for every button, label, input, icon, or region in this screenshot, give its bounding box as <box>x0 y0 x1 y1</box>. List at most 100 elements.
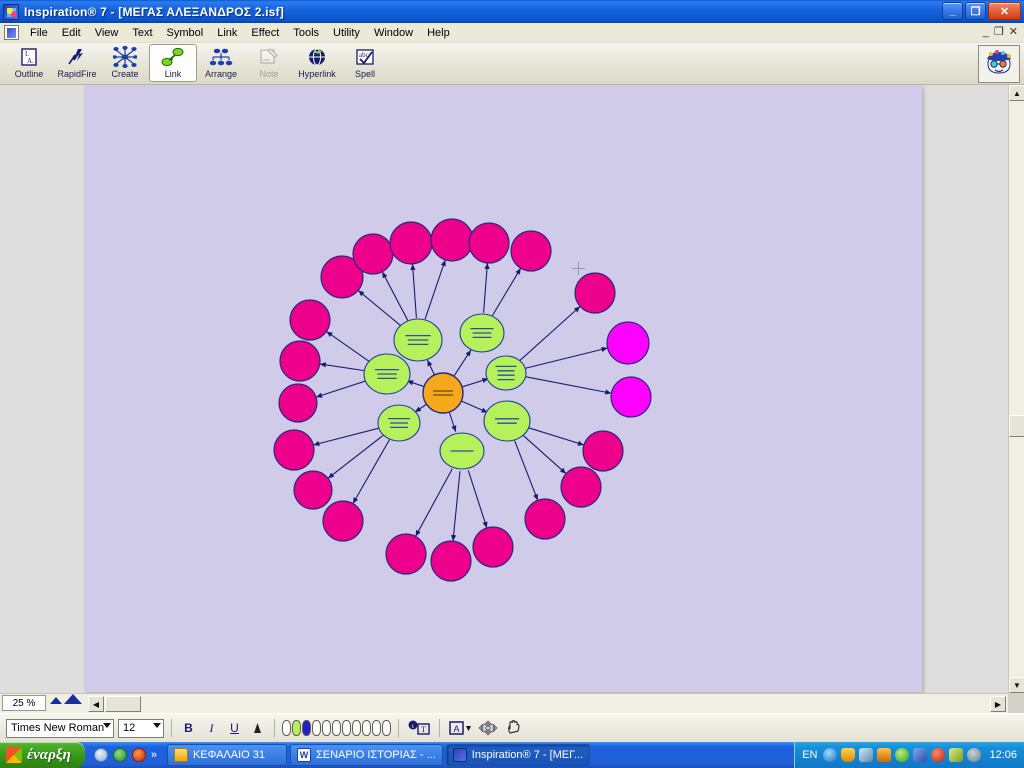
mdi-close-button[interactable]: ✕ <box>1009 24 1018 40</box>
security-icon[interactable] <box>931 748 946 762</box>
mdi-minimize-button[interactable]: _ <box>983 24 989 40</box>
leaf-node[interactable] <box>273 429 315 471</box>
link-line[interactable] <box>527 426 585 446</box>
fill-swatch[interactable] <box>362 720 371 736</box>
vertical-scroll-thumb[interactable] <box>1009 415 1024 437</box>
italic-button[interactable]: I <box>202 719 221 738</box>
toolbar-note-button[interactable]: Note <box>245 44 293 82</box>
sync-icon[interactable] <box>949 748 964 762</box>
vertical-scrollbar[interactable]: ▲ ▼ <box>1008 85 1024 693</box>
toolbar-create-button[interactable]: Create <box>101 44 149 82</box>
align-center-icon[interactable] <box>477 719 499 738</box>
leaf-node[interactable] <box>472 526 514 568</box>
inspiration-mascot-button[interactable] <box>978 45 1020 83</box>
scroll-left-button[interactable]: ◀ <box>88 696 104 712</box>
leaf-node[interactable] <box>574 272 616 314</box>
font-style-icon[interactable]: A <box>447 719 473 738</box>
menu-utility[interactable]: Utility <box>326 25 367 41</box>
leaf-node[interactable] <box>524 498 566 540</box>
menu-link[interactable]: Link <box>210 25 244 41</box>
fill-swatch[interactable] <box>292 720 301 736</box>
menu-view[interactable]: View <box>88 25 126 41</box>
fill-color-palette[interactable] <box>282 720 391 736</box>
link-line[interactable] <box>315 380 368 398</box>
link-line[interactable] <box>522 434 567 475</box>
link-line[interactable] <box>424 259 446 320</box>
show-desktop-icon[interactable] <box>823 748 838 762</box>
toolbar-hyperlink-button[interactable]: Hyperlink <box>293 44 341 82</box>
leaf-node[interactable] <box>582 430 624 472</box>
leaf-node[interactable] <box>606 321 650 365</box>
fill-swatch[interactable] <box>352 720 361 736</box>
toolbar-arrange-button[interactable]: Arrange <box>197 44 245 82</box>
link-line[interactable] <box>319 363 367 372</box>
leaf-node[interactable] <box>468 222 510 264</box>
leaf-node[interactable] <box>289 299 331 341</box>
start-button[interactable]: έναρξη <box>0 742 85 768</box>
leaf-node[interactable] <box>430 540 472 582</box>
font-size-select[interactable]: 12 <box>118 718 164 738</box>
concept-map-canvas[interactable]: ΠΑΙΔΙΚΑ ΧΡΟΝΙΑ - ΕΚΠΑΙΔΕΥΣΗΗ ΑΝΟΔΟΣ ΣΤΟΝ… <box>84 85 922 692</box>
leaf-node[interactable] <box>430 218 474 262</box>
link-line[interactable] <box>452 471 461 542</box>
menu-text[interactable]: Text <box>125 25 159 41</box>
antivirus-ok-icon[interactable] <box>895 748 910 762</box>
fill-swatch[interactable] <box>312 720 321 736</box>
link-line[interactable] <box>327 434 385 479</box>
scroll-down-button[interactable]: ▼ <box>1009 677 1024 693</box>
center-node[interactable]: ΜΕΓΑΣ ΑΛΕΞΑΝΔΡΟΣ <box>422 372 464 414</box>
link-line[interactable] <box>352 439 390 504</box>
minimize-button[interactable]: _ <box>942 2 963 20</box>
menu-help[interactable]: Help <box>420 25 457 41</box>
branch-node[interactable]: ΜΑΧΕΣ <box>485 355 527 391</box>
document-page[interactable]: ΠΑΙΔΙΚΑ ΧΡΟΝΙΑ - ΕΚΠΑΙΔΕΥΣΗΗ ΑΝΟΔΟΣ ΣΤΟΝ… <box>84 85 922 692</box>
leaf-node[interactable] <box>293 470 333 510</box>
link-line[interactable] <box>415 468 453 537</box>
leaf-node[interactable] <box>322 500 364 542</box>
leaf-node[interactable] <box>352 233 394 275</box>
menu-window[interactable]: Window <box>367 25 420 41</box>
network-conn-icon[interactable] <box>913 748 928 762</box>
text-position-icon[interactable]: t T <box>406 719 432 738</box>
updates-icon[interactable] <box>877 748 892 762</box>
menu-file[interactable]: File <box>23 25 55 41</box>
link-line[interactable] <box>523 375 612 394</box>
leaf-node[interactable] <box>510 230 552 272</box>
task-button-folder[interactable]: ΚΕΦΑΛΑΙΟ 31 <box>166 744 287 766</box>
toolbar-link-button[interactable]: Link <box>149 44 197 82</box>
link-line[interactable] <box>326 331 370 363</box>
zoom-in-mountain-icon[interactable] <box>64 694 82 704</box>
network-icon[interactable] <box>859 748 874 762</box>
link-line[interactable] <box>313 427 381 446</box>
language-indicator[interactable]: EN <box>802 749 817 761</box>
link-line[interactable] <box>411 263 417 319</box>
maximize-button[interactable]: ❐ <box>965 2 986 20</box>
horizontal-scrollbar[interactable]: ◀ ▶ <box>0 693 1008 713</box>
branch-node[interactable]: ΠΟΛΙΤΙΣΜΟΣ <box>483 400 531 442</box>
fill-swatch[interactable] <box>372 720 381 736</box>
mdi-restore-button[interactable]: ❐ <box>994 24 1004 40</box>
leaf-node[interactable] <box>385 533 427 575</box>
toolbar-outline-button[interactable]: I. A. Outline <box>5 44 53 82</box>
task-button-word[interactable]: W ΣΕΝΑΡΙΟ ΙΣΤΟΡΙΑΣ - ... <box>289 744 443 766</box>
zoom-out-mountain-icon[interactable] <box>50 697 62 704</box>
fill-swatch[interactable] <box>342 720 351 736</box>
horizontal-scroll-thumb[interactable] <box>105 696 141 712</box>
menu-edit[interactable]: Edit <box>55 25 88 41</box>
link-line[interactable] <box>483 262 488 313</box>
link-line[interactable] <box>467 470 488 529</box>
fill-swatch[interactable] <box>282 720 291 736</box>
volume-icon[interactable] <box>967 748 982 762</box>
font-family-select[interactable]: Times New Roman <box>6 718 114 738</box>
menu-effect[interactable]: Effect <box>244 25 286 41</box>
hand-pan-icon[interactable] <box>503 719 525 738</box>
taskbar-clock[interactable]: 12:06 <box>989 749 1017 761</box>
fill-swatch[interactable] <box>302 720 311 736</box>
shield-icon[interactable] <box>841 748 856 762</box>
scroll-up-button[interactable]: ▲ <box>1009 85 1024 101</box>
zoom-level-display[interactable]: 25 % <box>2 695 46 711</box>
media-player-icon[interactable] <box>93 748 108 762</box>
toolbar-rapidfire-button[interactable]: RapidFire <box>53 44 101 82</box>
underline-button[interactable]: U <box>225 719 244 738</box>
menu-symbol[interactable]: Symbol <box>160 25 211 41</box>
